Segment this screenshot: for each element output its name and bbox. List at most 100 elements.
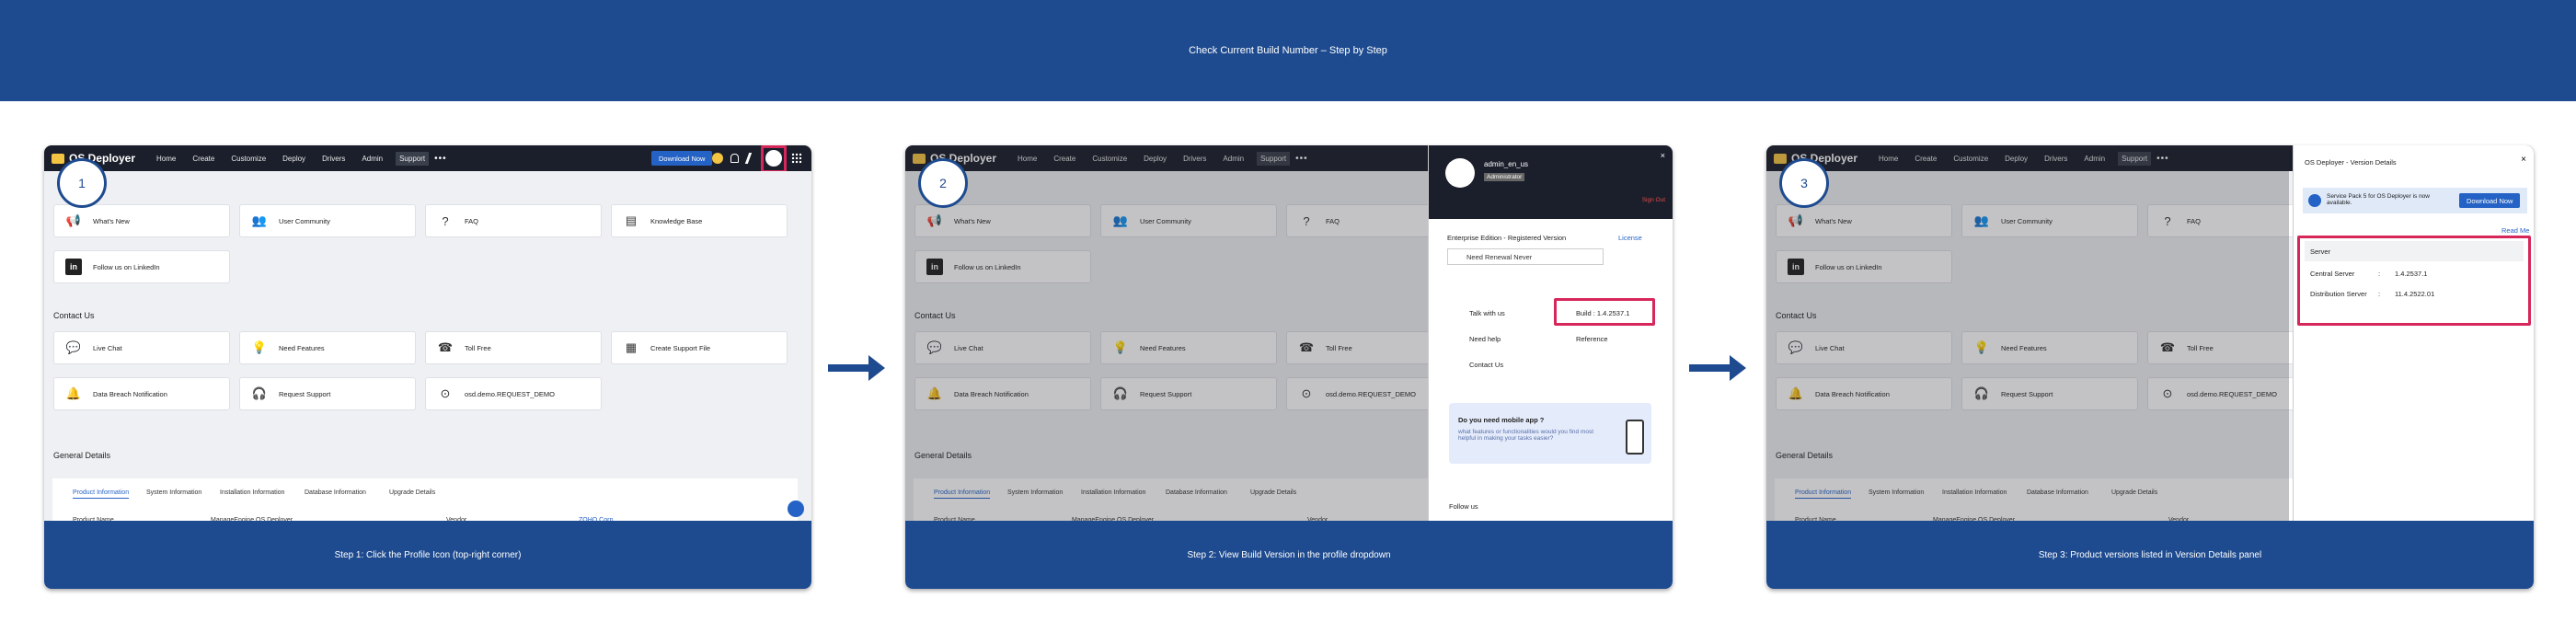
read-me-link[interactable]: Read Me	[2501, 226, 2529, 235]
nav-item-drivers[interactable]: Drivers	[318, 152, 349, 166]
phone-icon	[1626, 420, 1644, 455]
card-label: Knowledge Base	[650, 216, 703, 225]
more-menu-icon[interactable]: •••	[434, 154, 447, 164]
status-icon[interactable]	[712, 153, 723, 164]
banner: Check Current Build Number – Step by Ste…	[0, 0, 2576, 101]
close-icon[interactable]: ×	[2521, 155, 2526, 165]
version-details-panel: OS Deployer - Version Details × Service Pa…	[2293, 145, 2534, 521]
card-label: Follow us on LinkedIn	[93, 262, 160, 271]
step-caption: Step 2: View Build Version in the profil…	[905, 521, 1673, 589]
talk-with-us[interactable]: Talk with us	[1469, 309, 1505, 317]
dim-overlay	[1766, 145, 2289, 521]
avatar	[1445, 158, 1475, 188]
card-contact[interactable]: 💬 Live Chat	[53, 331, 230, 364]
nav-item-support[interactable]: Support	[396, 151, 430, 166]
tab-installation[interactable]: Installation Information	[220, 489, 284, 496]
resource-icon: 👥	[251, 213, 268, 227]
contact-icon: 🎧	[251, 386, 268, 400]
tab-system[interactable]: System Information	[146, 489, 201, 496]
nav-item-customize[interactable]: Customize	[227, 152, 270, 166]
card-contact[interactable]: 💡 Need Features	[239, 331, 416, 364]
contact-us[interactable]: Contact Us	[1469, 361, 1503, 369]
nav-item-home[interactable]: Home	[153, 152, 179, 166]
user-name: admin_en_us	[1484, 160, 1529, 168]
card-label: What's New	[93, 216, 130, 225]
card-what-s-new[interactable]: 📢 What's New	[53, 204, 230, 237]
resource-icon: 📢	[65, 213, 82, 227]
tab-product[interactable]: Product Information	[73, 489, 130, 499]
card-contact[interactable]: ▦ Create Support File	[611, 331, 788, 364]
card-faq[interactable]: ? FAQ	[425, 204, 602, 237]
card-linkedin[interactable]: in Follow us on LinkedIn	[53, 250, 230, 283]
card-label: Live Chat	[93, 343, 122, 352]
card-contact[interactable]: 🎧 Request Support	[239, 377, 416, 410]
role-badge: Administrator	[1484, 173, 1525, 181]
nav-item-admin[interactable]: Admin	[358, 152, 386, 166]
mobile-text: what features or functionalities would y…	[1458, 429, 1594, 442]
caption-text: Step 1: Click the Profile Icon (top-righ…	[334, 549, 522, 560]
renewal-box: Need Renewal Never	[1447, 248, 1604, 265]
bell-icon[interactable]	[730, 154, 739, 163]
nav-item-deploy[interactable]: Deploy	[279, 152, 309, 166]
need-help[interactable]: Need help	[1469, 335, 1501, 343]
linkedin-icon: in	[65, 259, 82, 275]
highlight-profile	[761, 145, 787, 173]
download-now-button[interactable]: Download Now	[2459, 193, 2521, 208]
caption-text: Step 2: View Build Version in the profil…	[1187, 549, 1391, 560]
card-label: osd.demo.REQUEST_DEMO	[465, 389, 555, 398]
contact-icon: ☎	[437, 340, 454, 354]
download-now-button[interactable]: Download Now	[651, 151, 713, 166]
resource-icon: ▤	[625, 213, 638, 227]
card-contact[interactable]: ☎ Toll Free	[425, 331, 602, 364]
follow-us: Follow us	[1449, 502, 1478, 511]
license-link[interactable]: License	[1618, 234, 1642, 242]
contact-icon: 💬	[65, 340, 82, 354]
update-notice: Service Pack 5 for OS Deployer is now av…	[2303, 188, 2527, 213]
dim-overlay	[905, 145, 1428, 521]
highlight-versions	[2297, 236, 2531, 326]
tab-database[interactable]: Database Information	[305, 489, 366, 496]
contact-icon: ⊙	[440, 386, 451, 400]
logo-icon	[52, 153, 64, 164]
support-content: 📢 What's New 👥 User Community ? FAQ ▤ Knowledge…	[44, 171, 811, 534]
general-heading: General Details	[53, 451, 111, 460]
step-number-badge: 2	[918, 158, 968, 208]
nav-item-create[interactable]: Create	[189, 152, 218, 166]
card-label: Toll Free	[465, 343, 491, 352]
profile-header: admin_en_us Administrator × Sign Out	[1429, 145, 1673, 219]
resource-icon: ?	[442, 213, 449, 228]
close-icon[interactable]: ×	[1661, 151, 1665, 160]
apps-grid-icon[interactable]	[791, 153, 802, 164]
step-number-badge: 1	[57, 158, 107, 208]
contact-icon: ▦	[625, 340, 638, 354]
reference-menu[interactable]: Reference	[1576, 335, 1608, 343]
card-label: Data Breach Notification	[93, 389, 167, 398]
step-caption: Step 3: Product versions listed in Versi…	[1766, 521, 2534, 589]
main-nav: Home Create Customize Deploy Drivers Admin Sup…	[153, 151, 430, 166]
tab-upgrade[interactable]: Upgrade Details	[389, 489, 435, 496]
card-label: User Community	[279, 216, 330, 225]
right-arrow-icon	[828, 355, 885, 381]
profile-dropdown: admin_en_us Administrator × Sign Out Enterpr…	[1428, 145, 1673, 521]
info-icon	[2308, 194, 2321, 207]
mobile-title: Do you need mobile app ?	[1458, 416, 1545, 424]
step-panel: OS Deployer Home Create Customize Deploy Driv…	[1766, 145, 2534, 589]
card-contact[interactable]: 🔔 Data Breach Notification	[53, 377, 230, 410]
chat-fab-icon[interactable]	[788, 501, 804, 517]
card-user-community[interactable]: 👥 User Community	[239, 204, 416, 237]
step-panel: OS Deployer Home Create Customize Deploy Driv…	[905, 145, 1673, 589]
card-label: Request Support	[279, 389, 331, 398]
contact-icon: 💡	[251, 340, 268, 354]
step-caption: Step 1: Click the Profile Icon (top-righ…	[44, 521, 811, 589]
card-label: Need Features	[279, 343, 325, 352]
card-label: Create Support File	[650, 343, 711, 352]
banner-title: Check Current Build Number – Step by Ste…	[1189, 45, 1387, 56]
sign-out-link[interactable]: Sign Out	[1642, 197, 1665, 203]
right-arrow-icon	[1689, 355, 1746, 381]
card-contact[interactable]: ⊙ osd.demo.REQUEST_DEMO	[425, 377, 602, 410]
contact-icon: 🔔	[65, 386, 82, 400]
contact-heading: Contact Us	[53, 311, 95, 320]
notice-text: Service Pack 5 for OS Deployer is now av…	[2327, 193, 2430, 206]
highlight-build	[1554, 298, 1655, 326]
card-knowledge-base[interactable]: ▤ Knowledge Base	[611, 204, 788, 237]
